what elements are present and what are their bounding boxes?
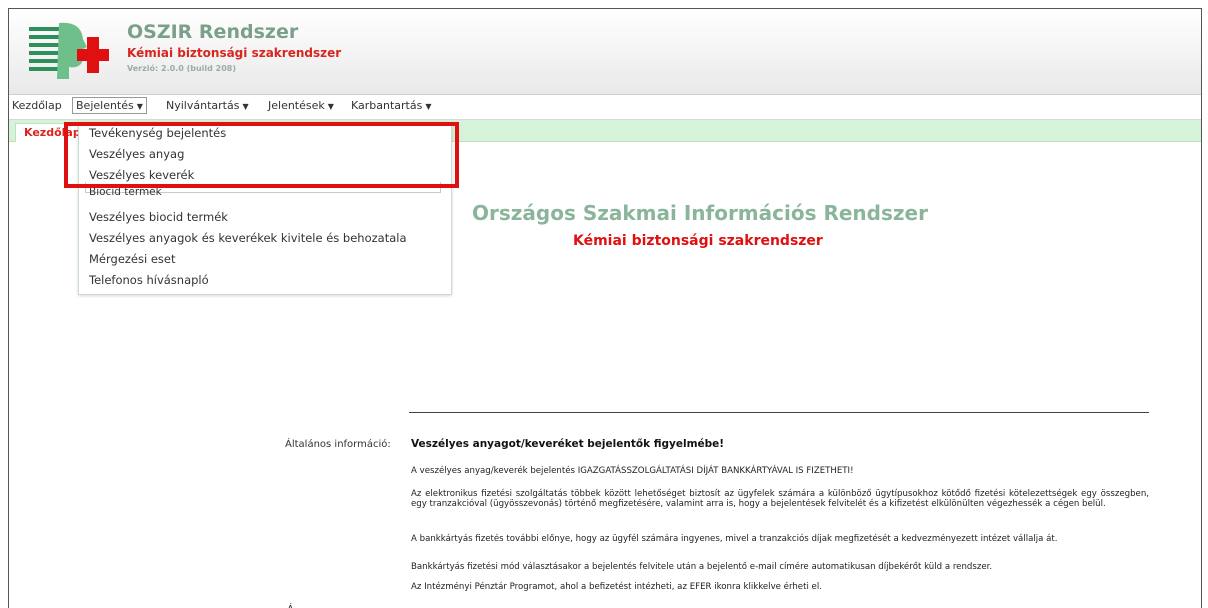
caret-down-icon: ▼ [136, 102, 143, 111]
info-paragraph: Az Intézményi Pénztár Programot, ahol a … [411, 582, 822, 592]
truncated-text: Á [287, 604, 294, 608]
main-menu: Kezdőlap Bejelentés ▼ Nyilvántartás ▼ Jele… [9, 95, 1201, 120]
info-paragraph: A bankkártyás fizetés további előnye, ho… [411, 534, 1058, 544]
red-highlight-box [64, 122, 459, 188]
page-subtitle: Kémiai biztonsági szakrendszer [573, 233, 823, 249]
menu-label: Karbantartás [351, 99, 423, 112]
dropdown-item-veszelyes-biocid[interactable]: Veszélyes biocid termék [89, 210, 228, 224]
menu-jelentesek[interactable]: Jelentések ▼ [268, 99, 334, 112]
menu-label: Kezdőlap [12, 99, 62, 112]
caret-down-icon: ▼ [242, 102, 249, 111]
dropdown-item-hivasnaplo[interactable]: Telefonos hívásnapló [89, 273, 209, 287]
menu-karbantartas[interactable]: Karbantartás ▼ [351, 99, 432, 112]
menu-bejelentes[interactable]: Bejelentés ▼ [72, 97, 147, 114]
dropdown-item-biocid[interactable]: Biocid termék [89, 187, 162, 196]
app-title: OSZIR Rendszer [127, 21, 299, 43]
app-header: OSZIR Rendszer Kémiai biztonsági szakren… [9, 9, 1201, 95]
dropdown-item-kivitel-behozatal[interactable]: Veszélyes anyagok és keverékek kivitele … [89, 231, 407, 245]
app-window: OSZIR Rendszer Kémiai biztonsági szakren… [8, 8, 1202, 608]
menu-label: Bejelentés [76, 99, 134, 112]
menu-label: Nyilvántartás [166, 99, 240, 112]
dropdown-item-mergezesi-eset[interactable]: Mérgezési eset [89, 252, 176, 266]
caret-down-icon: ▼ [327, 102, 334, 111]
caret-down-icon: ▼ [425, 102, 432, 111]
info-label: Általános információ: [285, 439, 391, 450]
info-paragraph: Bankkártyás fizetési mód választásakor a… [411, 562, 993, 572]
info-paragraph: A veszélyes anyag/keverék bejelentés IGA… [411, 466, 854, 476]
menu-nyilvantartas[interactable]: Nyilvántartás ▼ [166, 99, 249, 112]
menu-label: Jelentések [268, 99, 325, 112]
info-paragraph: Az elektronikus fizetési szolgáltatás tö… [411, 489, 1149, 509]
app-version: Verzió: 2.0.0 (build 208) [127, 64, 236, 73]
menu-kezdolap[interactable]: Kezdőlap [12, 99, 62, 112]
info-heading: Veszélyes anyagot/keveréket bejelentők f… [411, 438, 725, 450]
divider [409, 412, 1149, 413]
app-subtitle: Kémiai biztonsági szakrendszer [127, 46, 342, 60]
page-title: Országos Szakmai Információs Rendszer [472, 201, 928, 225]
oszir-logo [29, 22, 109, 79]
